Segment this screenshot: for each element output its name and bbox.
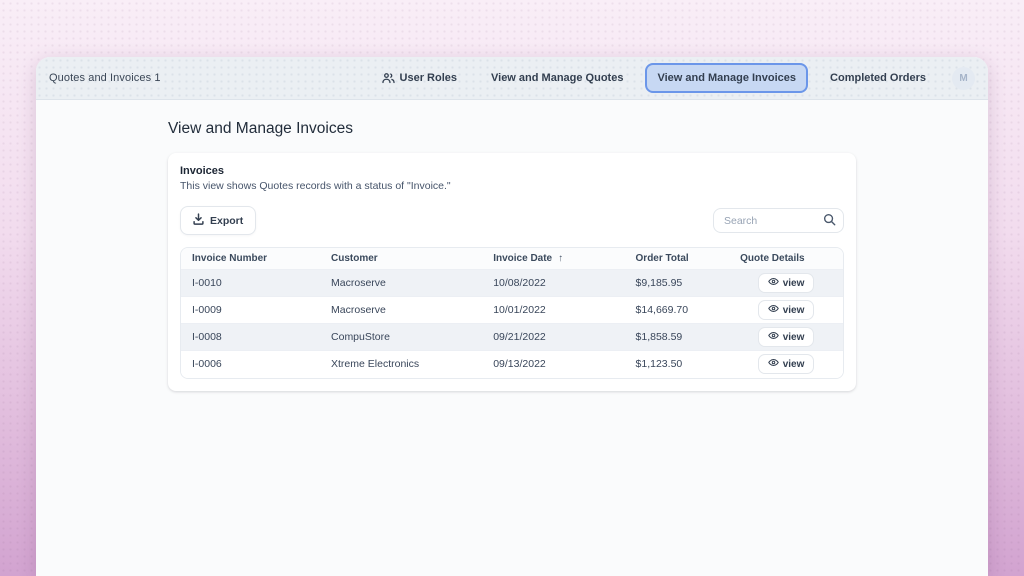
invoices-table: Invoice Number Customer Invoice Date↑ Or… bbox=[181, 248, 843, 378]
cell-invoice-date: 09/13/2022 bbox=[482, 351, 624, 378]
sort-ascending-icon[interactable]: ↑ bbox=[558, 253, 563, 264]
table-header-row: Invoice Number Customer Invoice Date↑ Or… bbox=[181, 248, 843, 270]
nav-label-completed-orders: Completed Orders bbox=[830, 72, 926, 84]
view-button-label: view bbox=[783, 278, 805, 289]
view-button[interactable]: view bbox=[758, 327, 815, 347]
card-toolbar: Export bbox=[180, 206, 844, 235]
export-button[interactable]: Export bbox=[180, 206, 256, 235]
table-row: I-0009 Macroserve 10/01/2022 $14,669.70 … bbox=[181, 297, 843, 324]
cell-quote-details: view bbox=[729, 324, 843, 351]
cell-order-total: $14,669.70 bbox=[625, 297, 730, 324]
card-title: Invoices bbox=[180, 165, 844, 177]
column-header-invoice-date[interactable]: Invoice Date↑ bbox=[482, 248, 624, 270]
cell-invoice-date: 10/08/2022 bbox=[482, 270, 624, 297]
table-row: I-0006 Xtreme Electronics 09/13/2022 $1,… bbox=[181, 351, 843, 378]
table-row: I-0010 Macroserve 10/08/2022 $9,185.95 v… bbox=[181, 270, 843, 297]
cell-invoice-date: 10/01/2022 bbox=[482, 297, 624, 324]
user-avatar[interactable]: M bbox=[952, 67, 975, 90]
cell-invoice-number: I-0006 bbox=[181, 351, 320, 378]
cell-customer: Xtreme Electronics bbox=[320, 351, 482, 378]
nav-label-view-manage-quotes: View and Manage Quotes bbox=[491, 72, 623, 84]
eye-icon bbox=[768, 304, 779, 316]
export-button-label: Export bbox=[210, 215, 243, 227]
search-container bbox=[713, 208, 844, 233]
app-window: Quotes and Invoices 1 User Roles View an… bbox=[36, 57, 988, 576]
cell-quote-details: view bbox=[729, 351, 843, 378]
nav-label-user-roles: User Roles bbox=[400, 72, 457, 84]
column-header-order-total[interactable]: Order Total bbox=[625, 248, 730, 270]
download-icon bbox=[193, 213, 204, 228]
nav-view-manage-quotes[interactable]: View and Manage Quotes bbox=[479, 63, 635, 93]
eye-icon bbox=[768, 277, 779, 289]
column-header-quote-details[interactable]: Quote Details bbox=[729, 248, 843, 270]
cell-order-total: $1,123.50 bbox=[625, 351, 730, 378]
card-subtitle: This view shows Quotes records with a st… bbox=[180, 180, 844, 192]
view-button-label: view bbox=[783, 359, 805, 370]
cell-invoice-date: 09/21/2022 bbox=[482, 324, 624, 351]
nav-label-view-manage-invoices: View and Manage Invoices bbox=[657, 72, 796, 84]
app-title: Quotes and Invoices 1 bbox=[49, 72, 161, 84]
cell-invoice-number: I-0009 bbox=[181, 297, 320, 324]
view-button[interactable]: view bbox=[758, 300, 815, 320]
invoices-table-container: Invoice Number Customer Invoice Date↑ Or… bbox=[180, 247, 844, 379]
page-title: View and Manage Invoices bbox=[168, 120, 988, 138]
column-header-invoice-number[interactable]: Invoice Number bbox=[181, 248, 320, 270]
view-button-label: view bbox=[783, 305, 805, 316]
users-icon bbox=[382, 72, 395, 84]
cell-invoice-number: I-0008 bbox=[181, 324, 320, 351]
table-row: I-0008 CompuStore 09/21/2022 $1,858.59 v… bbox=[181, 324, 843, 351]
topbar-nav: User Roles View and Manage Quotes View a… bbox=[370, 63, 975, 93]
cell-order-total: $1,858.59 bbox=[625, 324, 730, 351]
view-button-label: view bbox=[783, 332, 805, 343]
cell-quote-details: view bbox=[729, 270, 843, 297]
nav-view-manage-invoices[interactable]: View and Manage Invoices bbox=[645, 63, 808, 93]
eye-icon bbox=[768, 331, 779, 343]
search-input[interactable] bbox=[713, 208, 844, 233]
column-header-customer[interactable]: Customer bbox=[320, 248, 482, 270]
topbar: Quotes and Invoices 1 User Roles View an… bbox=[36, 57, 988, 100]
eye-icon bbox=[768, 358, 779, 370]
cell-customer: Macroserve bbox=[320, 297, 482, 324]
view-button[interactable]: view bbox=[758, 273, 815, 293]
cell-customer: Macroserve bbox=[320, 270, 482, 297]
cell-quote-details: view bbox=[729, 297, 843, 324]
nav-user-roles[interactable]: User Roles bbox=[370, 63, 469, 93]
cell-customer: CompuStore bbox=[320, 324, 482, 351]
cell-order-total: $9,185.95 bbox=[625, 270, 730, 297]
invoices-card: Invoices This view shows Quotes records … bbox=[168, 153, 856, 391]
main-content: View and Manage Invoices Invoices This v… bbox=[36, 100, 988, 391]
view-button[interactable]: view bbox=[758, 354, 815, 374]
cell-invoice-number: I-0010 bbox=[181, 270, 320, 297]
nav-completed-orders[interactable]: Completed Orders bbox=[818, 63, 938, 93]
